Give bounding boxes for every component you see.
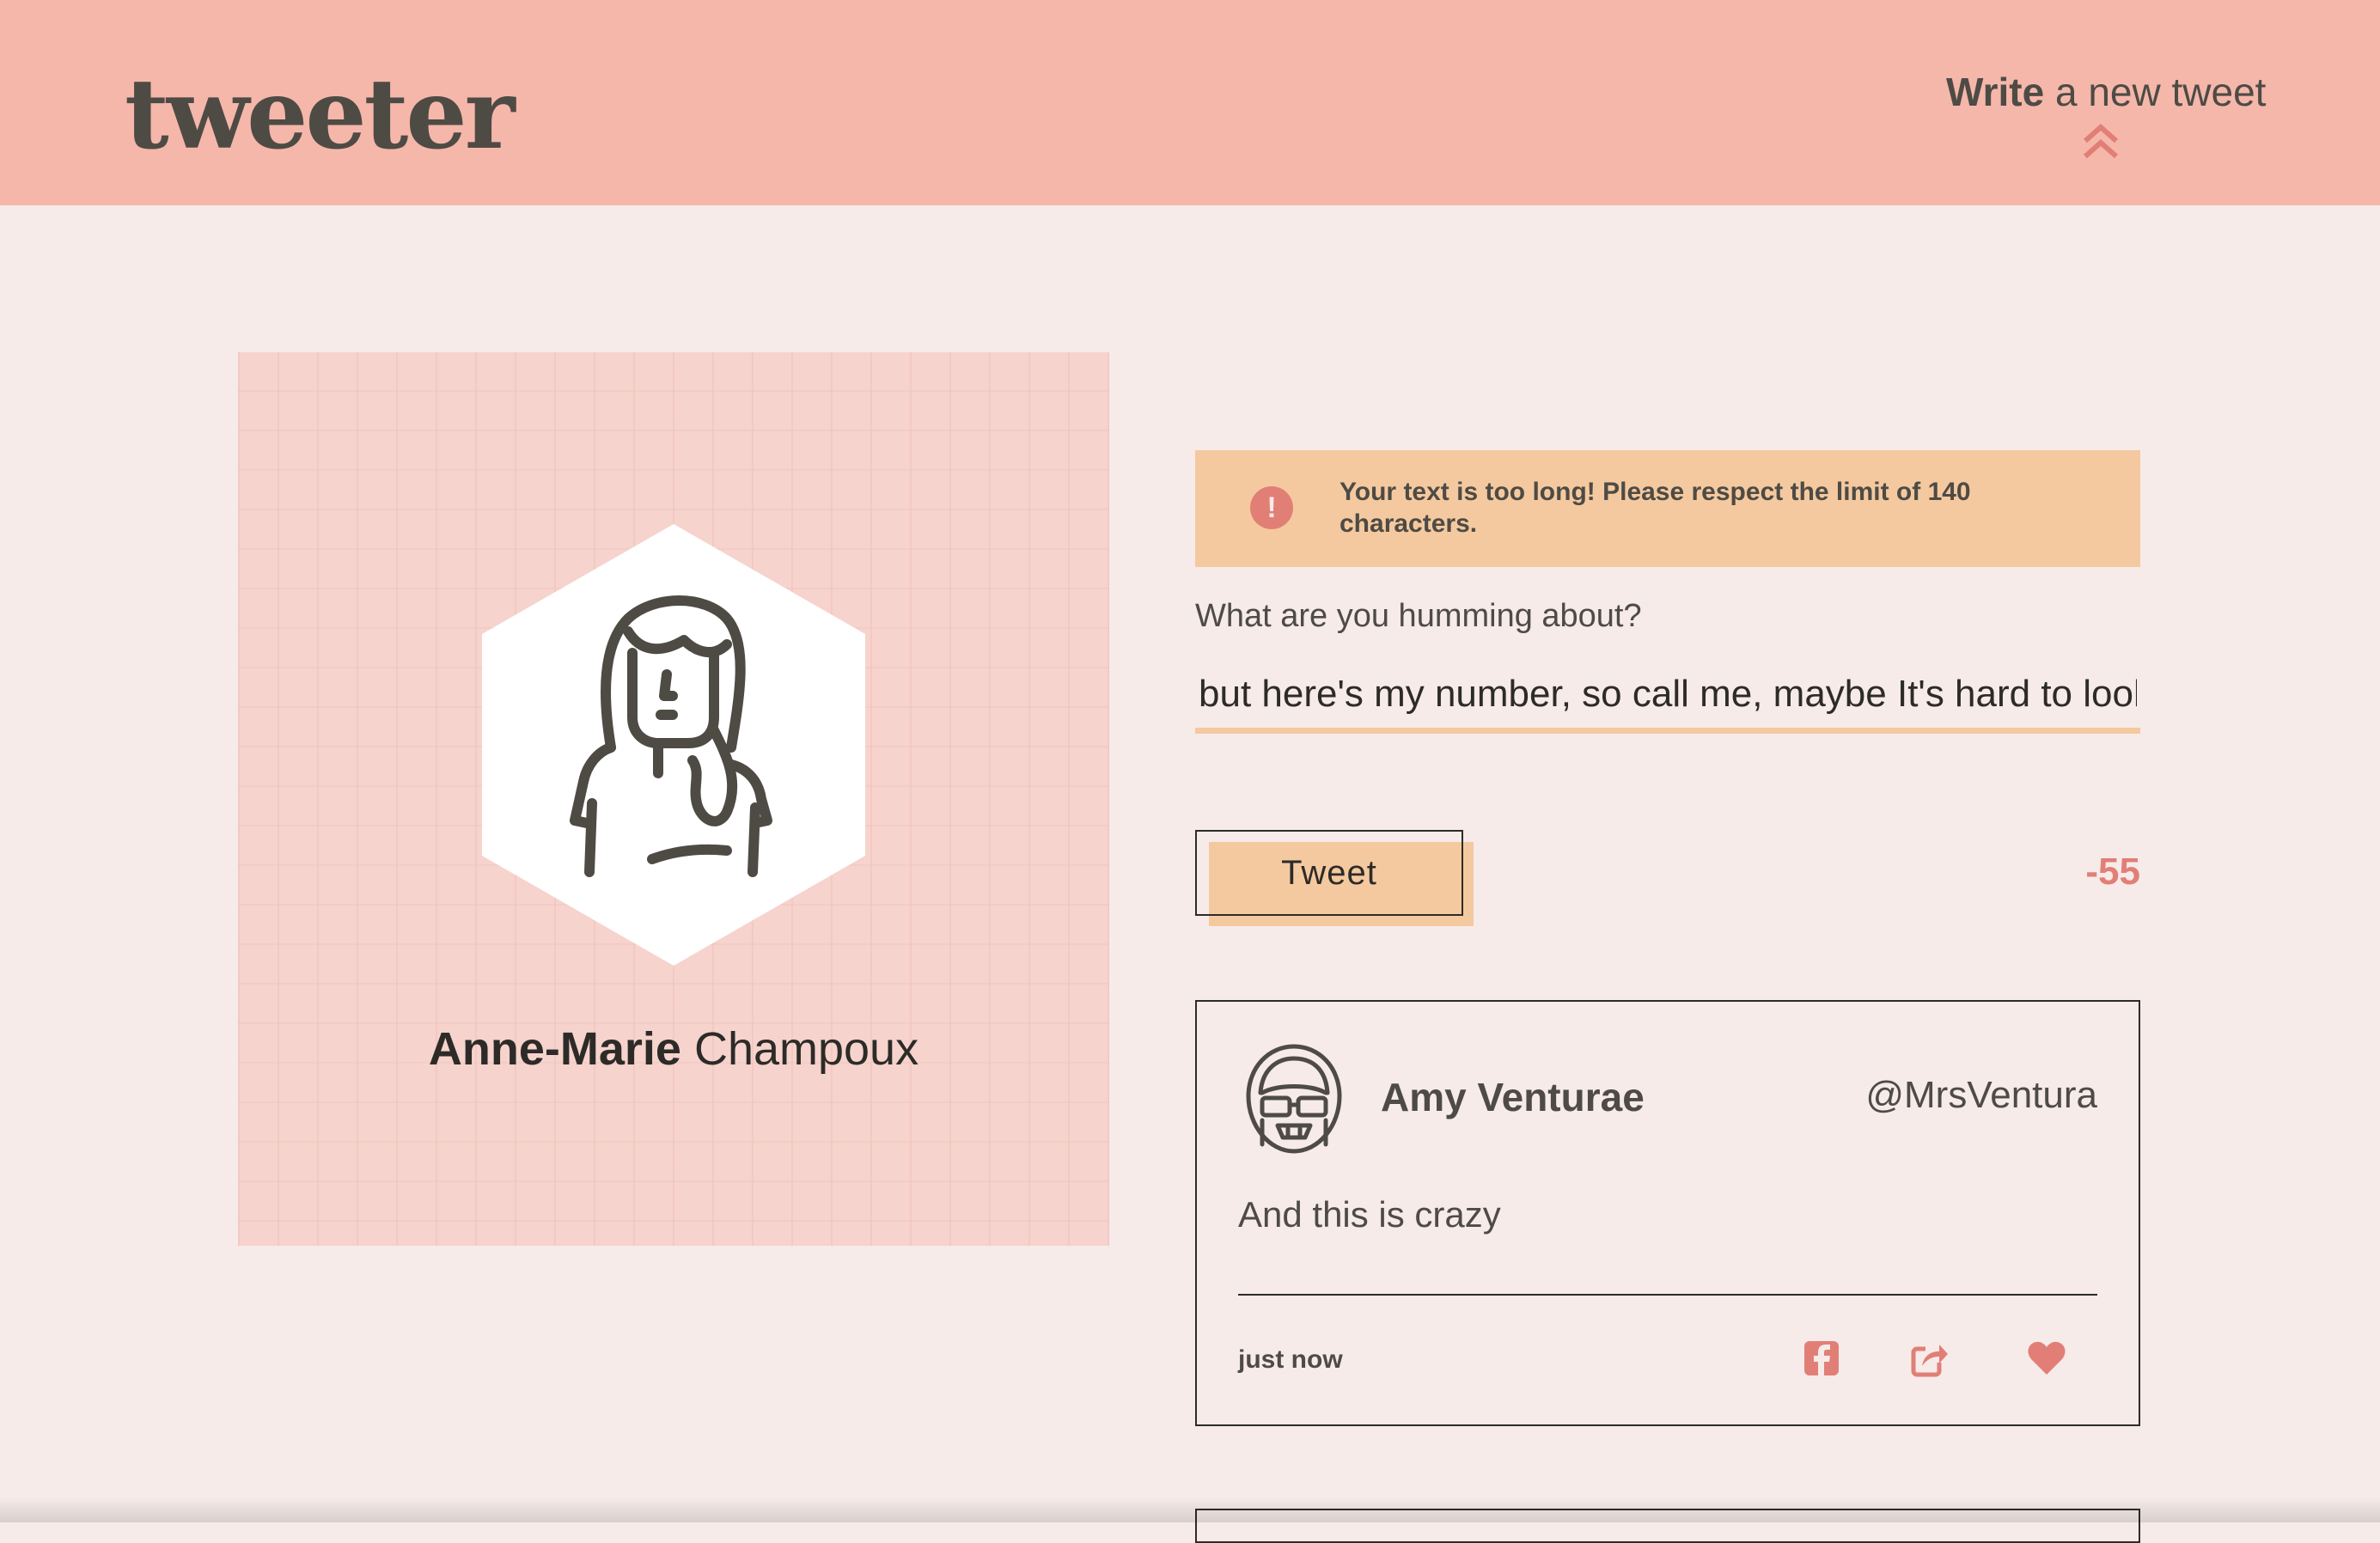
share-icon[interactable] [1910,1339,1950,1378]
error-alert: ! Your text is too long! Please respect … [1195,450,2140,567]
site-logo[interactable]: tweeter [125,67,516,163]
tweet-author-name: Amy Venturae [1381,1075,1645,1119]
error-message: Your text is too long! Please respect th… [1340,478,1971,538]
profile-last-name: Champoux [693,1023,919,1075]
tweet-text-input[interactable] [1195,660,2140,734]
tweet-author-handle: @MrsVentura [1865,1074,2097,1116]
tweet-divider [1238,1294,2097,1296]
tweet-submit-button[interactable]: Tweet [1195,830,1463,916]
woman-avatar-icon [482,524,865,966]
double-chevron-up-icon[interactable] [2080,122,2121,162]
tweet-card: Amy Venturae @MrsVentura And this is cra… [1195,1000,2140,1426]
write-new-tweet-label[interactable]: Write a new tweet [1946,69,2266,115]
facebook-icon[interactable] [1802,1339,1841,1378]
exclamation-circle-icon: ! [1250,486,1293,529]
tweet-button-wrapper: Tweet [1195,830,1474,928]
tweet-timestamp: just now [1238,1345,1343,1374]
woman-sunglasses-avatar-icon [1246,1044,1342,1154]
profile-name: Anne-Marie Champoux [238,1022,1109,1076]
tweet-content: And this is crazy [1238,1194,1501,1235]
write-new-tweet-toggle[interactable]: Write a new tweet [1946,69,2266,162]
heart-icon[interactable] [2027,1339,2066,1378]
bottom-shade [0,1497,2380,1522]
character-counter: -55 [2085,851,2140,893]
profile-first-name: Anne-Marie [428,1023,681,1075]
navbar: tweeter Write a new tweet [0,0,2380,205]
compose-label: What are you humming about? [1195,598,1642,634]
profile-card: Anne-Marie Champoux [238,352,1109,1246]
